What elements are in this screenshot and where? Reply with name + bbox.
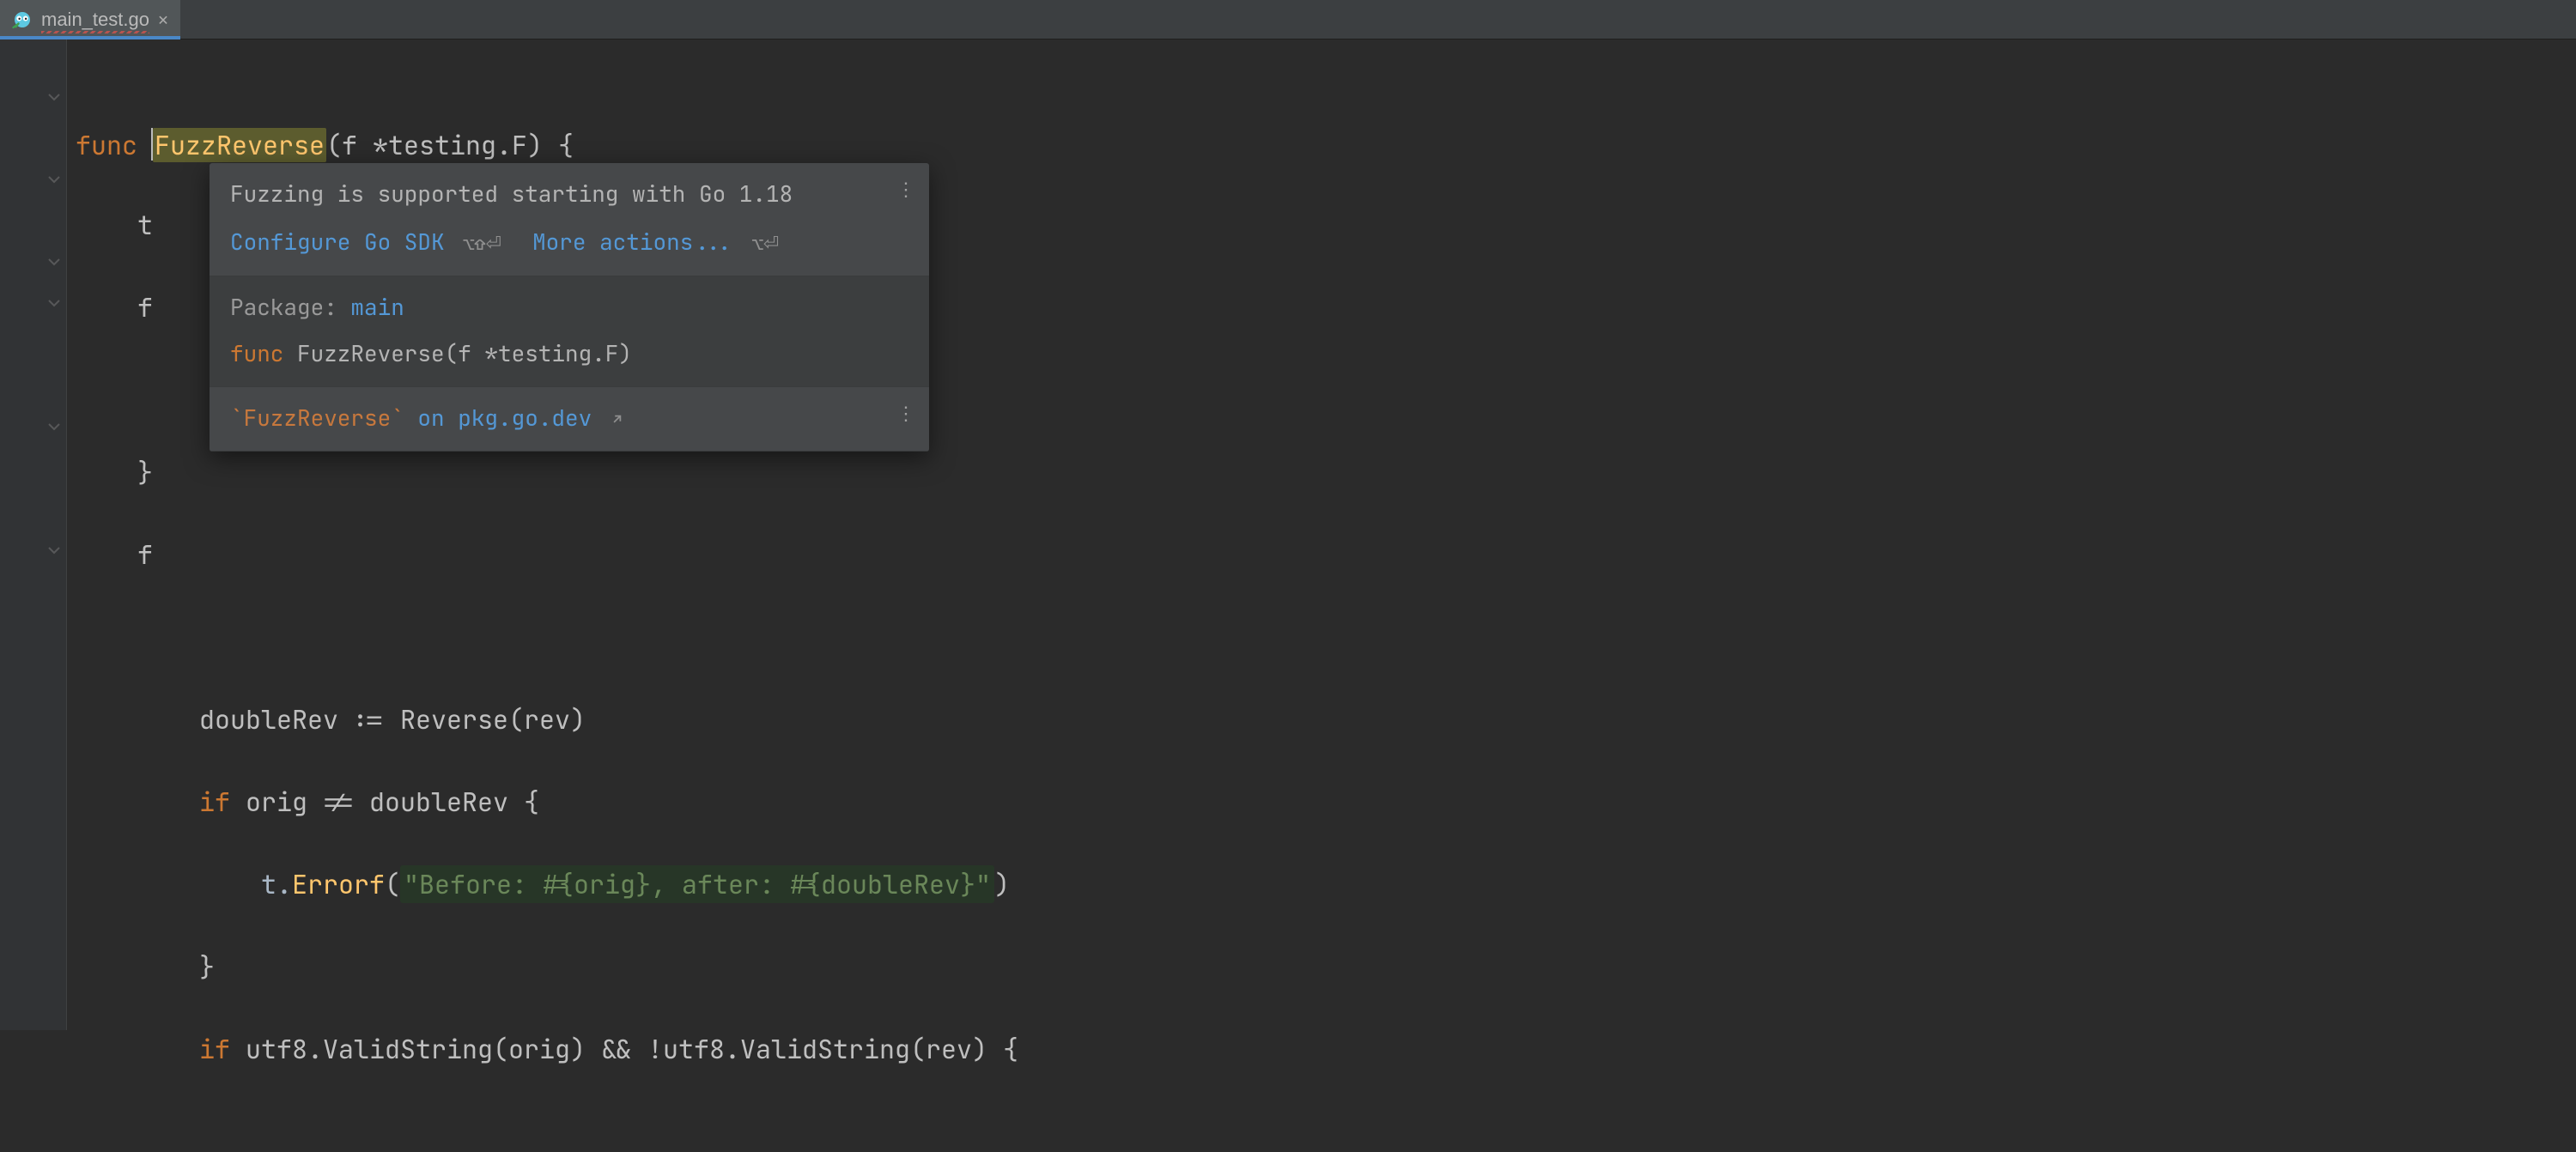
open-on-pkg-go-dev-link[interactable]: `FuzzReverse` on pkg.go.dev — [230, 403, 623, 433]
code-keyword: if — [199, 1032, 230, 1066]
fold-marker[interactable] — [0, 242, 66, 283]
popup-doc-link-section: ⋮ `FuzzReverse` on pkg.go.dev — [210, 387, 929, 452]
popup-warning-section: ⋮ Fuzzing is supported starting with Go … — [210, 163, 929, 276]
code-indent — [76, 785, 199, 819]
text-caret — [151, 128, 153, 161]
close-tab-icon[interactable]: ✕ — [158, 11, 168, 28]
shortcut-hint: ⌥⏎ — [752, 231, 780, 256]
doc-link-symbol: `FuzzReverse` — [230, 403, 404, 433]
more-icon[interactable]: ⋮ — [896, 399, 917, 428]
package-label: Package: — [230, 292, 337, 322]
fold-marker[interactable] — [0, 160, 66, 201]
code-method: Errorf — [292, 867, 385, 901]
code-text: ) — [994, 867, 1010, 901]
popup-warning-message: Fuzzing is supported starting with Go 1.… — [230, 177, 908, 211]
code-text: doubleRev := Reverse(rev) — [76, 702, 586, 737]
code-string-literal: "Before: #{orig}, after: #{doubleRev}" — [400, 865, 994, 903]
fold-marker[interactable] — [0, 283, 66, 324]
code-text: ( — [385, 867, 400, 901]
code-keyword: func — [76, 128, 137, 162]
package-link[interactable]: main — [350, 292, 404, 322]
signature-keyword: func — [230, 338, 283, 368]
doc-link-site: pkg.go.dev — [458, 403, 592, 433]
code-text: orig != doubleRev { — [230, 785, 539, 819]
code-text: } — [76, 455, 153, 489]
doc-link-mid: on — [404, 403, 458, 433]
code-highlighted-identifier: FuzzReverse — [153, 128, 326, 162]
popup-signature-section: Package: main func FuzzReverse(f *testin… — [210, 276, 929, 388]
inspection-popup: ⋮ Fuzzing is supported starting with Go … — [210, 163, 929, 452]
fold-marker[interactable] — [0, 531, 66, 572]
file-tab-label: main_test.go — [41, 9, 149, 31]
external-link-icon — [611, 409, 623, 431]
code-text: (f *testing.F) { — [326, 128, 574, 162]
fold-marker[interactable] — [0, 407, 66, 448]
code-text: t — [76, 208, 153, 242]
file-tab-main-test-go[interactable]: main_test.go ✕ — [0, 0, 180, 39]
code-text: f — [76, 290, 153, 324]
editor-tab-bar: main_test.go ✕ — [0, 0, 2576, 39]
code-keyword: if — [199, 785, 230, 819]
more-icon[interactable]: ⋮ — [896, 175, 917, 204]
signature-text: FuzzReverse(f *testing.F) — [283, 338, 632, 368]
code-text: } — [76, 949, 215, 984]
code-text: utf8.ValidString(orig) && !utf8.ValidStr… — [230, 1032, 1018, 1066]
fold-marker[interactable] — [0, 118, 66, 160]
code-text: f — [76, 537, 153, 572]
gutter — [0, 39, 67, 1030]
more-actions-link[interactable]: More actions... — [532, 227, 733, 257]
code-indent: t. — [76, 867, 292, 901]
code-indent — [76, 1032, 199, 1066]
go-file-icon — [12, 9, 33, 30]
shortcut-hint: ⌥⇧⏎ — [463, 231, 501, 256]
fold-marker[interactable] — [0, 77, 66, 118]
configure-go-sdk-link[interactable]: Configure Go SDK — [230, 227, 445, 257]
